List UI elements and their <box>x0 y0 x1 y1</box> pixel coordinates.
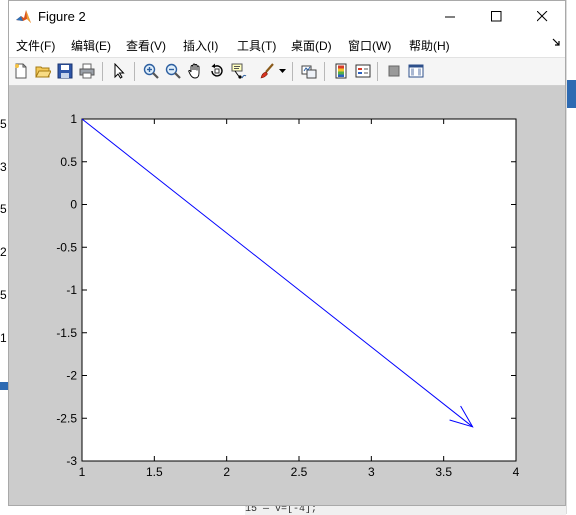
edit-plot-button[interactable] <box>109 61 129 81</box>
new-figure-button[interactable] <box>11 61 31 81</box>
print-icon <box>79 63 95 79</box>
hide-plot-tools-button[interactable] <box>384 61 404 81</box>
edit-plot-arrow-icon <box>114 63 125 79</box>
y-tick-label: 1 <box>70 112 77 126</box>
pan-hand-icon <box>188 63 200 79</box>
zoom-out-button[interactable] <box>163 61 183 81</box>
toolbar-separator <box>324 62 325 81</box>
colorbar-button[interactable] <box>331 61 351 81</box>
maximize-button[interactable] <box>473 1 519 32</box>
background-text-fragment: 2 <box>0 245 7 259</box>
menu-help[interactable]: 帮助(H) <box>409 37 450 54</box>
open-file-button[interactable] <box>33 61 53 81</box>
figure-toolbar <box>9 57 565 86</box>
y-tick-label: -2.5 <box>56 411 77 425</box>
brush-button[interactable] <box>257 61 277 81</box>
background-text-fragment: 5 <box>0 117 7 131</box>
title-bar[interactable]: Figure 2 <box>9 1 565 32</box>
save-icon <box>57 63 73 79</box>
maximize-icon <box>490 11 501 22</box>
toolbar-separator <box>134 62 135 81</box>
print-button[interactable] <box>77 61 97 81</box>
pan-button[interactable] <box>185 61 205 81</box>
show-plot-tools-icon <box>408 64 424 78</box>
minimize-button[interactable] <box>427 1 473 32</box>
data-cursor-button[interactable] <box>229 61 249 81</box>
colorbar-icon <box>335 63 347 79</box>
y-tick-label: -3 <box>66 454 77 468</box>
x-tick-label: 2 <box>223 465 230 479</box>
x-tick-label: 3.5 <box>435 465 452 479</box>
brush-dropdown[interactable] <box>277 61 287 81</box>
background-highlight-left <box>0 382 8 390</box>
menu-edit[interactable]: 编辑(E) <box>71 37 111 54</box>
plot-svg: 1 1.5 2 2.5 3 3.5 4 1 0.5 0 -0.5 -1 -1.5 -2 -2.5 -3 <box>56 112 520 479</box>
show-plot-tools-button[interactable] <box>406 61 426 81</box>
menu-bar: 文件(F) 编辑(E) 查看(V) 插入(I) 工具(T) 桌面(D) 窗口(W… <box>9 32 565 57</box>
toolbar-separator <box>292 62 293 81</box>
new-figure-icon <box>15 63 27 79</box>
rotate-3d-icon <box>211 63 223 77</box>
rotate-3d-button[interactable] <box>207 61 227 81</box>
y-tick-label: -1.5 <box>56 326 77 340</box>
y-tick-label: -1 <box>66 283 77 297</box>
legend-icon <box>355 64 371 78</box>
menu-tools[interactable]: 工具(T) <box>237 37 276 54</box>
window-title: Figure 2 <box>38 9 86 24</box>
menu-view[interactable]: 查看(V) <box>126 37 166 54</box>
background-text-fragment: 3 <box>0 160 7 174</box>
open-file-icon <box>35 66 51 78</box>
background-highlight <box>567 80 576 108</box>
background-text-fragment: 5 <box>0 202 7 216</box>
chevron-down-icon <box>278 68 286 73</box>
save-button[interactable] <box>55 61 75 81</box>
figure-window: Figure 2 文件(F) 编辑(E) 查看(V) 插入(I) 工具(T) 桌… <box>8 0 566 506</box>
zoom-in-button[interactable] <box>141 61 161 81</box>
minimize-icon <box>444 16 455 18</box>
link-plot-icon <box>301 65 317 79</box>
close-button[interactable] <box>519 1 565 32</box>
menu-desktop[interactable]: 桌面(D) <box>291 37 332 54</box>
x-tick-label: 1 <box>79 465 86 479</box>
close-icon <box>536 11 547 22</box>
x-tick-label: 2.5 <box>291 465 308 479</box>
zoom-in-icon <box>143 63 159 79</box>
background-text-fragment: 5 <box>0 288 7 302</box>
menu-window[interactable]: 窗口(W) <box>348 37 391 54</box>
matlab-logo-icon <box>15 8 32 25</box>
brush-icon <box>260 63 274 79</box>
x-tick-label: 4 <box>513 465 520 479</box>
toolbar-separator <box>377 62 378 81</box>
menu-insert[interactable]: 插入(I) <box>183 37 218 54</box>
hide-plot-tools-icon <box>388 65 400 77</box>
legend-button[interactable] <box>353 61 373 81</box>
x-tick-label: 3 <box>368 465 375 479</box>
link-plot-button[interactable] <box>299 61 319 81</box>
x-tick-label: 1.5 <box>146 465 163 479</box>
dock-arrow-icon[interactable] <box>552 38 561 47</box>
menu-file[interactable]: 文件(F) <box>16 37 55 54</box>
y-tick-label: 0.5 <box>60 155 77 169</box>
background-scrollbar <box>566 0 576 514</box>
y-tick-label: 0 <box>70 198 77 212</box>
background-text-fragment: 1 <box>0 331 7 345</box>
zoom-out-icon <box>165 63 181 79</box>
y-tick-label: -0.5 <box>56 240 77 254</box>
data-cursor-icon <box>231 63 247 79</box>
toolbar-separator <box>102 62 103 81</box>
figure-canvas[interactable]: 1 1.5 2 2.5 3 3.5 4 1 0.5 0 -0.5 -1 -1.5 -2 -2.5 -3 <box>9 86 565 505</box>
y-tick-label: -2 <box>66 369 77 383</box>
